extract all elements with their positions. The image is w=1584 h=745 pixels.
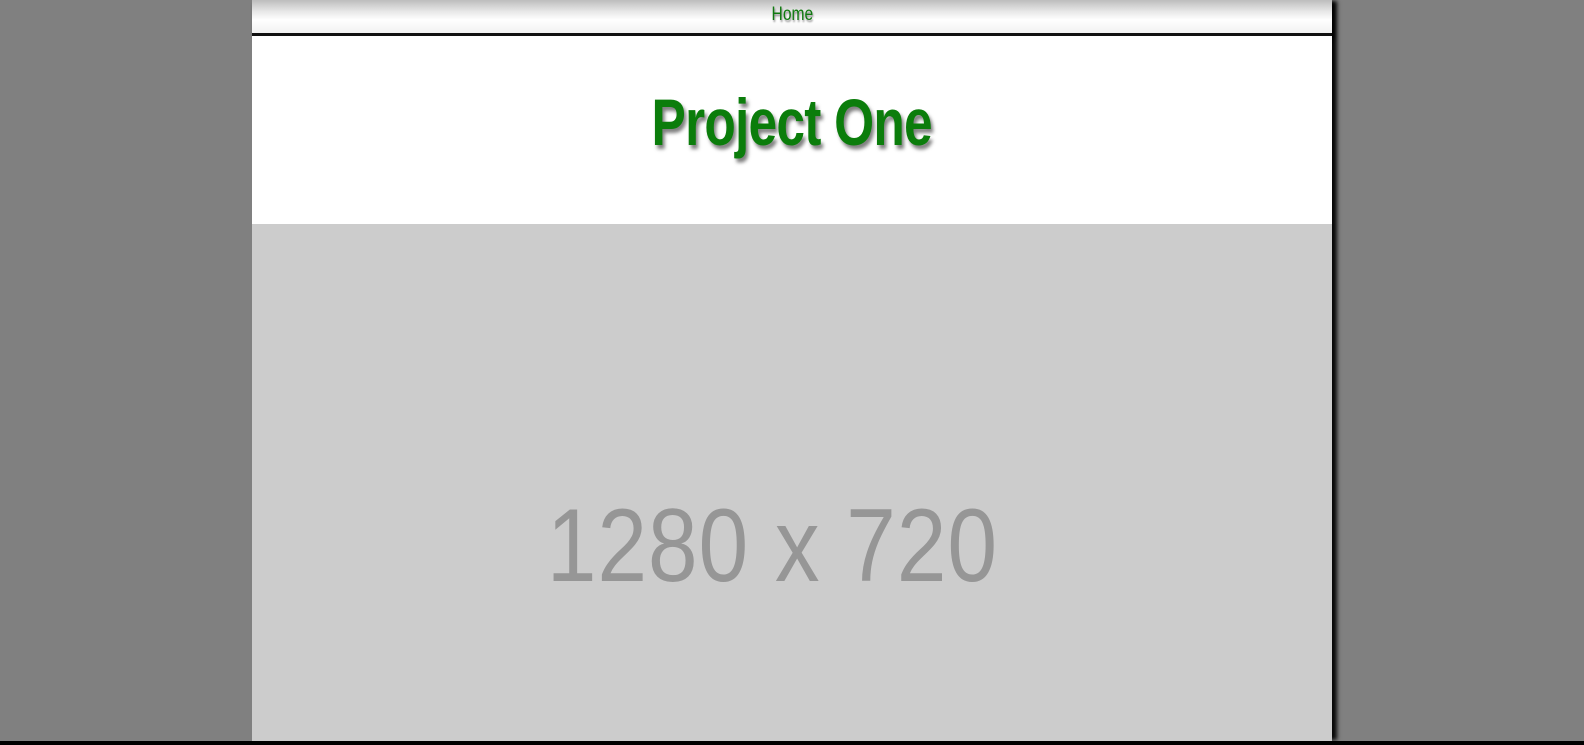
- top-nav-bar: Home: [252, 0, 1332, 36]
- site-header: Project One: [252, 36, 1332, 224]
- page-title: Project One: [651, 85, 933, 159]
- nav-home-link[interactable]: Home: [771, 4, 813, 26]
- placeholder-dimensions-text: 1280 x 720: [546, 488, 998, 604]
- hero-image-placeholder: 1280 x 720: [252, 224, 1332, 741]
- bottom-divider: [0, 741, 1584, 745]
- page-container: Home Project One 1280 x 720: [252, 0, 1332, 741]
